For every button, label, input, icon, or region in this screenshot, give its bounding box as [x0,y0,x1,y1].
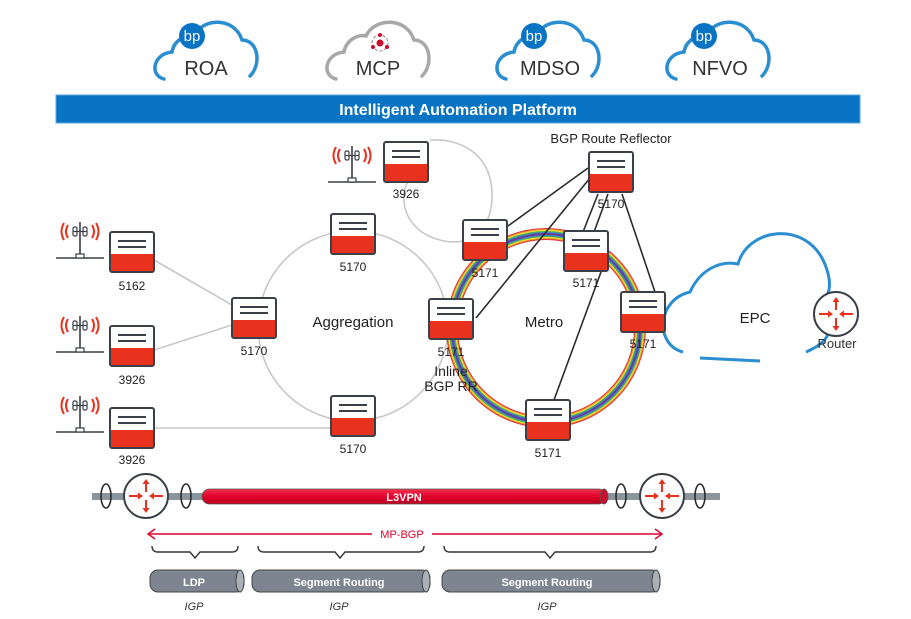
route-reflector-label: BGP Route Reflector [550,131,672,146]
epc-label: EPC [740,310,771,327]
network-diagram: bp ROA MCP bp MDSO bp NFVO Intelligent A… [55,20,861,613]
mpbgp-label: MP-BGP [380,529,423,541]
device-icon [428,298,474,340]
igp-label: IGP [330,601,350,613]
device-icon [330,213,376,255]
inline-rr-label: BGP RR [424,378,477,394]
segment-sr-2[interactable]: Segment Routing IGP [441,569,661,613]
cell-tower-icon [55,315,105,353]
device-label: 5170 [340,260,367,274]
cloud-label: NFVO [692,58,748,80]
device-label: 5171 [573,276,600,290]
service-path: L3VPN MP-BGP LDP IGP Segment Routing IGP [92,473,720,613]
mpbgp-arrow: MP-BGP [146,527,664,541]
device-label: 5171 [438,345,465,359]
device-icon [109,325,155,367]
device-icon [383,141,429,183]
device-label: 3926 [119,373,146,387]
badge-text: bp [526,28,543,45]
segment-ldp[interactable]: LDP IGP [149,569,245,613]
pe-router-left-icon[interactable] [123,473,169,519]
device-label: 5170 [241,344,268,358]
badge-text: bp [696,28,713,45]
cloud-label: MDSO [520,58,580,80]
device-icon [231,297,277,339]
metro-label: Metro [525,314,563,331]
agg-node-left[interactable]: 5170 [231,297,277,358]
device-icon [620,291,666,333]
device-label: 5171 [472,266,499,280]
device-icon [462,219,508,261]
segment-label: Segment Routing [293,577,384,589]
igp-label: IGP [185,601,205,613]
l3vpn-label: L3VPN [386,492,422,504]
braces [151,545,657,560]
cloud-label: ROA [184,58,228,80]
cell-tower-icon [55,221,105,259]
cell-site-3926-b[interactable]: 3926 [55,395,155,467]
device-icon [563,230,609,272]
badge-text: bp [184,28,201,45]
device-icon [109,407,155,449]
pe-router-right-icon[interactable] [639,473,685,519]
segment-sr-1[interactable]: Segment Routing IGP [251,569,431,613]
segment-label: Segment Routing [501,577,592,589]
device-label: 5162 [119,279,146,293]
epc-router[interactable]: Router [813,291,859,351]
cloud-mdso[interactable]: bp MDSO [495,20,601,81]
cell-tower-icon [327,145,377,183]
metro-node-right[interactable]: 5171 [620,291,666,351]
link-3926-agg [153,324,233,351]
metro-node-inline-rr[interactable]: 5171 Inline BGP RR [424,298,478,394]
device-label: 5171 [630,337,657,351]
metro-node-top[interactable]: 5171 [563,230,609,290]
router-label: Router [817,336,857,351]
metro-node-bottom[interactable]: 5171 [525,399,571,460]
device-icon [330,395,376,437]
device-label: 3926 [393,187,420,201]
device-label: 5170 [340,442,367,456]
link-5162-agg [153,259,233,306]
inline-rr-label: Inline [434,363,468,379]
l3vpn-tunnel[interactable]: L3VPN [201,488,609,505]
cell-tower-icon [55,395,105,433]
cloud-nfvo[interactable]: bp NFVO [665,20,771,81]
device-label: 5170 [598,197,625,211]
device-icon [588,151,634,193]
gear-cycle-icon [371,33,389,52]
cloud-roa[interactable]: bp ROA [153,20,259,81]
platform-banner: Intelligent Automation Platform [55,94,861,124]
device-label: 3926 [119,453,146,467]
bgp-route-reflector[interactable]: BGP Route Reflector 5170 [550,131,672,211]
router-icon [813,291,859,337]
agg-node-top[interactable]: 5170 [330,213,376,274]
device-icon [525,399,571,441]
cell-site-3926-a[interactable]: 3926 [55,315,155,387]
segment-label: LDP [183,577,205,589]
epc-cloud: EPC [661,232,831,363]
cloud-mcp[interactable]: MCP [325,20,431,81]
aggregation-label: Aggregation [313,314,394,331]
banner-title: Intelligent Automation Platform [339,102,577,119]
igp-label: IGP [538,601,558,613]
device-label: 5171 [535,446,562,460]
cell-site-3926-top[interactable]: 3926 [327,141,429,201]
device-icon [109,231,155,273]
cell-site-5162[interactable]: 5162 [55,221,155,293]
cloud-label: MCP [356,58,400,80]
agg-node-bottom[interactable]: 5170 [330,395,376,456]
